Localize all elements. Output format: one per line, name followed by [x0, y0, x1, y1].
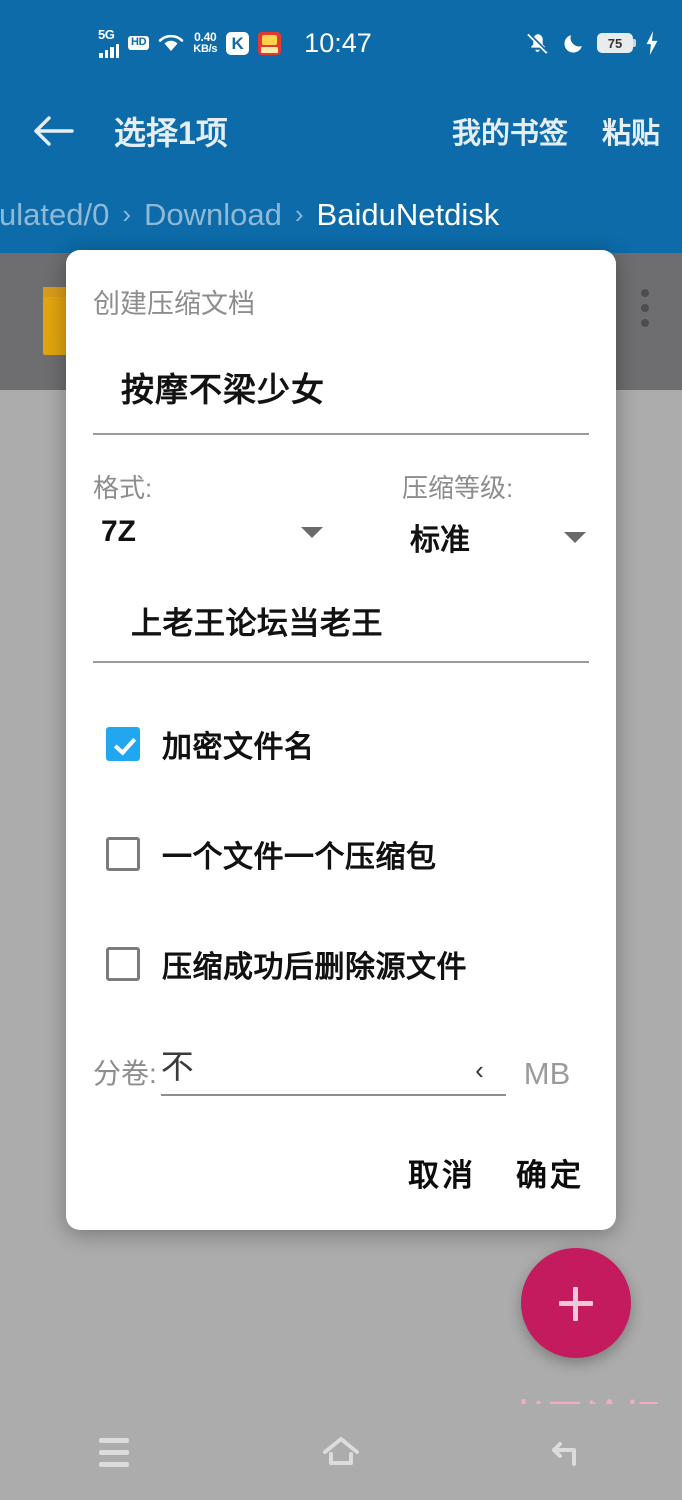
chevron-down-icon [564, 531, 586, 543]
bell-off-icon [527, 31, 548, 54]
format-value: 7Z [101, 515, 137, 548]
password-value: 上老王论坛当老王 [131, 606, 383, 641]
create-archive-dialog: 创建压缩文档 按摩不梁少女 格式: 7Z 压缩等级: 标准 上老王论坛当老王 加… [66, 250, 616, 1230]
compression-level-select[interactable]: 压缩等级: 标准 [356, 468, 592, 559]
breadcrumb: ulated/0 › Download › BaiduNetdisk [0, 176, 682, 253]
checkbox-label: 加密文件名 [162, 731, 315, 764]
nav-home-button[interactable] [295, 1417, 387, 1487]
split-volume-unit: MB [523, 1056, 571, 1091]
my-bookmarks-button[interactable]: 我的书签 [452, 110, 568, 152]
breadcrumb-item-2[interactable]: BaiduNetdisk [317, 197, 500, 233]
battery-icon: 75 [597, 33, 636, 53]
data-rate-unit: KB/s [193, 43, 218, 55]
nav-recents-button[interactable] [68, 1417, 160, 1487]
signal-bars-icon: 5G [98, 27, 119, 58]
data-rate-icon: 0.40 KB/s [193, 31, 217, 55]
checkbox-icon [106, 727, 140, 761]
status-bar-left: 5G HD 0.40 KB/s K 10:47 [98, 27, 372, 59]
dialog-buttons: 取消 确定 [408, 1150, 584, 1195]
checkbox-icon [106, 947, 140, 981]
dialog-title: 创建压缩文档 [93, 289, 255, 319]
moon-icon [564, 34, 582, 53]
hamburger-icon [98, 1437, 129, 1467]
hd-icon: HD [128, 36, 150, 50]
app-bar-row: 选择1项 我的书签 粘贴 [0, 86, 682, 176]
options-checkbox-group: 加密文件名 一个文件一个压缩包 压缩成功后删除源文件 [106, 716, 586, 1046]
format-and-level-row: 格式: 7Z 压缩等级: 标准 [93, 468, 593, 559]
app-badge-icon [258, 31, 282, 55]
format-select[interactable]: 格式: 7Z [93, 468, 329, 559]
kuaishou-icon: K [226, 31, 250, 55]
app-bar-actions: 我的书签 粘贴 [452, 110, 660, 152]
split-volume-input[interactable]: 不 ‹ [160, 1040, 506, 1096]
checkbox-encrypt-filenames[interactable]: 加密文件名 [106, 716, 586, 772]
field-underline [93, 433, 589, 435]
split-volume-label: 分卷: [93, 1058, 157, 1089]
paste-button[interactable]: 粘贴 [602, 110, 660, 152]
nav-back-button[interactable] [522, 1417, 614, 1487]
charging-bolt-icon [646, 31, 658, 55]
back-arrow-icon [34, 116, 74, 146]
app-bar: 选择1项 我的书签 粘贴 ulated/0 › Download › Baidu… [0, 86, 682, 253]
system-nav-bar [0, 1404, 682, 1500]
status-bar: 5G HD 0.40 KB/s K 10:47 75 [0, 0, 682, 86]
breadcrumb-separator: › [122, 199, 131, 229]
data-rate-value: 0.40 [194, 30, 217, 44]
chevron-down-icon [301, 526, 323, 538]
status-clock: 10:47 [304, 27, 372, 58]
split-volume-value: 不 [160, 1048, 194, 1085]
phone-screen: 5G HD 0.40 KB/s K 10:47 75 选择1项 我的书签 粘贴 … [0, 0, 682, 1500]
split-volume-row: 分卷: 不 ‹ MB [93, 1040, 593, 1096]
row-overflow-menu-icon[interactable] [641, 289, 649, 327]
field-underline [93, 661, 589, 663]
checkbox-delete-source-after[interactable]: 压缩成功后删除源文件 [106, 936, 586, 992]
cancel-button[interactable]: 取消 [408, 1150, 476, 1195]
confirm-button[interactable]: 确定 [516, 1150, 584, 1195]
archive-name-field[interactable]: 按摩不梁少女 [93, 363, 589, 435]
breadcrumb-item-0[interactable]: ulated/0 [0, 197, 109, 233]
wifi-icon [158, 34, 184, 51]
archive-name-value: 按摩不梁少女 [121, 371, 325, 408]
compression-level-label: 压缩等级: [402, 473, 514, 503]
add-fab-button[interactable] [521, 1248, 631, 1358]
field-underline [160, 1094, 506, 1096]
home-icon [322, 1437, 359, 1465]
checkbox-label: 一个文件一个压缩包 [162, 841, 437, 874]
checkbox-icon [106, 837, 140, 871]
password-field[interactable]: 上老王论坛当老王 [93, 598, 589, 663]
checkbox-label: 压缩成功后删除源文件 [162, 951, 467, 984]
status-bar-right: 75 [525, 31, 660, 56]
breadcrumb-separator: › [294, 199, 304, 229]
back-button[interactable] [26, 103, 82, 159]
checkbox-one-archive-per-file[interactable]: 一个文件一个压缩包 [106, 826, 586, 882]
network-type-label: 5G [98, 27, 115, 42]
nav-back-arrow-icon [552, 1442, 577, 1466]
format-label: 格式: [93, 473, 153, 503]
page-title: 选择1项 [114, 115, 228, 151]
breadcrumb-item-1[interactable]: Download [144, 197, 282, 233]
compression-level-value: 标准 [410, 524, 470, 557]
chevron-left-icon[interactable]: ‹ [475, 1055, 484, 1086]
